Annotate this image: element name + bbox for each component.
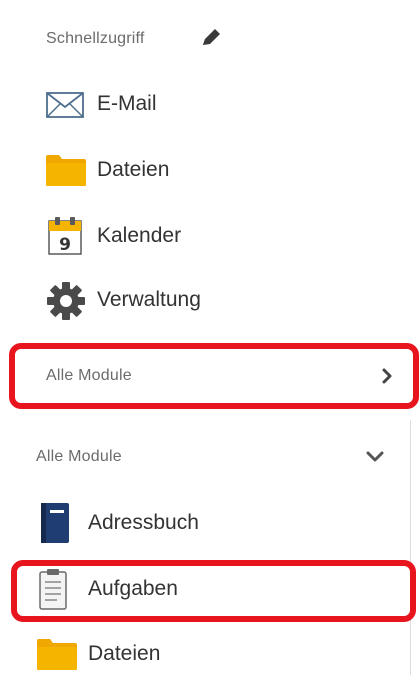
calendar-icon: 9: [47, 216, 83, 256]
panel-divider: [410, 420, 411, 675]
folder-icon: [36, 637, 78, 671]
calendar-day: 9: [59, 235, 71, 255]
module-item-label: Adressbuch: [88, 511, 199, 534]
quick-access-item-label: E-Mail: [97, 92, 157, 115]
all-modules-label: Alle Module: [36, 448, 122, 465]
gear-icon: [46, 281, 86, 321]
envelope-icon: [46, 91, 84, 119]
quick-access-title: Schnellzugriff: [46, 30, 145, 47]
module-item-address-book[interactable]: Adressbuch: [30, 500, 400, 546]
quick-access-item-label: Verwaltung: [97, 288, 201, 311]
folder-icon: [45, 153, 87, 187]
app-sidebar: Schnellzugriff E-Mail Dateien 9 Kalender…: [0, 0, 420, 675]
highlight-all-modules: [9, 343, 419, 409]
quick-access-item-email[interactable]: E-Mail: [40, 84, 400, 124]
pencil-icon[interactable]: [198, 25, 224, 51]
chevron-down-icon: [364, 445, 386, 467]
quick-access-item-admin[interactable]: Verwaltung: [40, 278, 400, 324]
quick-access-item-label: Dateien: [97, 158, 170, 181]
all-modules-toggle-expanded[interactable]: Alle Module: [30, 440, 400, 474]
highlight-tasks: [11, 560, 416, 622]
module-item-files[interactable]: Dateien: [30, 634, 400, 674]
quick-access-item-files[interactable]: Dateien: [40, 148, 400, 192]
quick-access-item-label: Kalender: [97, 224, 182, 247]
quick-access-item-calendar[interactable]: 9 Kalender: [40, 212, 400, 260]
address-book-icon: [38, 502, 72, 544]
module-item-label: Dateien: [88, 642, 161, 665]
